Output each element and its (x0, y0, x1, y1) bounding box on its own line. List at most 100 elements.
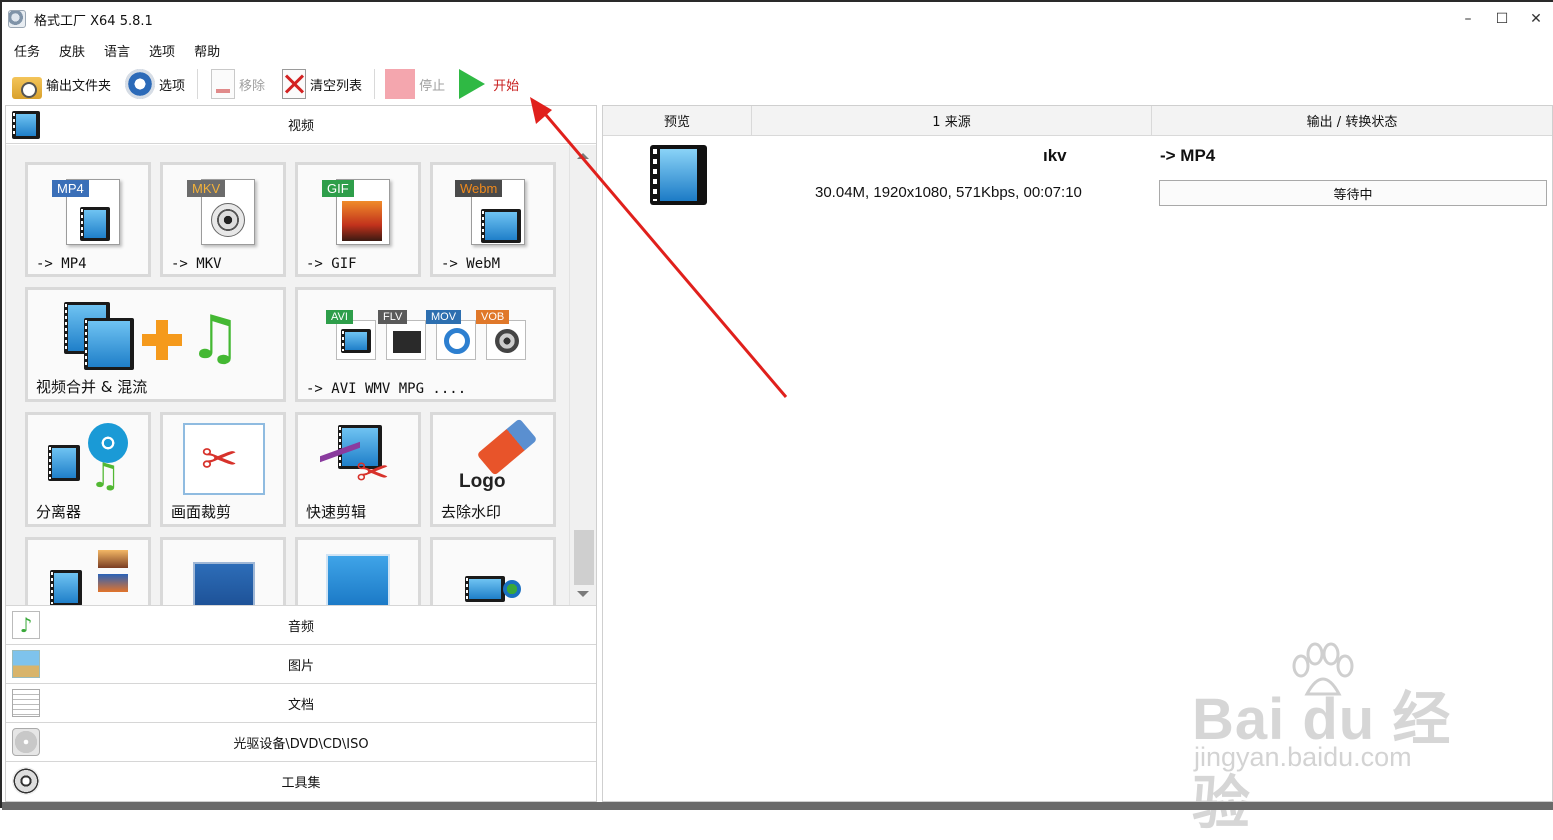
format-badge: GIF (322, 180, 354, 197)
start-button[interactable]: 开始 (455, 66, 523, 102)
column-output-status[interactable]: 输出 / 转换状态 (1152, 106, 1552, 136)
tile-to-gif[interactable]: GIF -> GIF (295, 162, 421, 277)
scroll-down-arrow-icon[interactable] (577, 591, 589, 597)
logo-text: Logo (459, 471, 506, 492)
tile-to-mkv[interactable]: MKV -> MKV (160, 162, 286, 277)
scroll-thumb[interactable] (574, 530, 594, 585)
title-bar: 格式工厂 X64 5.8.1 – ☐ ✕ (2, 2, 1553, 36)
film-reel-icon (211, 203, 245, 237)
disc-drive-icon (12, 728, 40, 756)
format-badge: Webm (455, 180, 503, 197)
format-badge: MKV (187, 180, 226, 197)
remove-button[interactable]: 移除 (204, 66, 269, 102)
grid-scrollbar[interactable] (569, 145, 596, 605)
minimize-button[interactable]: – (1451, 2, 1485, 36)
remove-doc-icon (211, 69, 236, 99)
menu-language[interactable]: 语言 (97, 41, 137, 60)
source-info: 30.04M, 1920x1080, 571Kbps, 00:07:10 (815, 184, 1082, 201)
tile-label: 去除水印 (441, 503, 502, 521)
window-controls: – ☐ ✕ (1451, 2, 1553, 36)
scroll-up-arrow-icon[interactable] (577, 153, 589, 159)
category-disc[interactable]: 光驱设备\DVD\CD\ISO (6, 722, 596, 761)
tile-to-avi-wmv-mpg[interactable]: AVI FLV MOV VOB -> AVI WMV MPG .... (295, 287, 556, 402)
tile-splitter[interactable]: ♫ 分离器 (25, 412, 151, 527)
film-reel-icon (12, 767, 40, 795)
film-icon (50, 570, 82, 605)
stop-button[interactable]: 停止 (381, 66, 449, 102)
tile-label: 画面裁剪 (171, 503, 232, 521)
column-preview[interactable]: 预览 (603, 106, 752, 136)
tile-video-player[interactable] (295, 537, 421, 605)
tile-to-webm[interactable]: Webm -> WebM (430, 162, 556, 277)
video-player-icon (326, 554, 390, 605)
tile-label: 分离器 (36, 503, 82, 521)
maximize-button[interactable]: ☐ (1485, 2, 1519, 36)
format-badge: FLV (378, 310, 408, 324)
landscape-image-icon (12, 650, 40, 678)
output-format: -> MP4 (1160, 146, 1216, 165)
start-label: 开始 (493, 78, 520, 94)
flv-clapper-icon (386, 320, 426, 360)
format-badge: MOV (426, 310, 462, 324)
film-icon (12, 111, 40, 139)
video-tools-grid: MP4 -> MP4 MKV -> MKV GIF -> GIF Webm ->… (6, 145, 569, 605)
category-toolbox-label: 工具集 (281, 775, 321, 791)
format-badge: VOB (476, 310, 510, 324)
baidu-watermark: Bai du 经验 jingyan.baidu.com (1192, 642, 1472, 836)
clear-list-label: 清空列表 (310, 78, 363, 94)
category-toolbox[interactable]: 工具集 (6, 761, 596, 800)
tile-merge-mux[interactable]: ♫ 视频合并 & 混流 (25, 287, 286, 402)
category-image-label: 图片 (287, 658, 314, 674)
film-icon (80, 207, 110, 241)
options-label: 选项 (159, 78, 186, 94)
tile-label: -> WebM (441, 256, 501, 272)
screen-recorder-icon (193, 562, 255, 605)
output-folder-label: 输出文件夹 (46, 78, 112, 94)
gear-icon (125, 69, 156, 99)
tile-quick-clip[interactable]: ✂ 快速剪辑 (295, 412, 421, 527)
category-document[interactable]: 文档 (6, 683, 596, 722)
toolbar: 输出文件夹 选项 移除 清空列表 停止 开始 (2, 64, 1553, 104)
mov-quicktime-icon (436, 320, 476, 360)
tile-to-mp4[interactable]: MP4 -> MP4 (25, 162, 151, 277)
clear-list-button[interactable]: 清空列表 (275, 66, 366, 102)
tile-label: -> MP4 (36, 256, 87, 272)
menu-bar: 任务 皮肤 语言 选项 帮助 (2, 38, 227, 62)
format-badge: MP4 (52, 180, 89, 197)
menu-skin[interactable]: 皮肤 (52, 41, 92, 60)
film-icon (465, 576, 505, 602)
sunset-image-icon (342, 201, 382, 241)
output-folder-button[interactable]: 输出文件夹 (8, 66, 115, 102)
stop-label: 停止 (419, 78, 446, 94)
window-title: 格式工厂 X64 5.8.1 (34, 13, 153, 29)
category-image[interactable]: 图片 (6, 644, 596, 683)
category-video-label: 视频 (287, 119, 314, 134)
tile-remove-watermark[interactable]: Logo 去除水印 (430, 412, 556, 527)
image-thumbnail-icon (98, 574, 128, 592)
tile-screen-record[interactable] (160, 537, 286, 605)
menu-help[interactable]: 帮助 (187, 41, 227, 60)
category-audio[interactable]: ♪ 音频 (6, 605, 596, 644)
close-button[interactable]: ✕ (1519, 2, 1553, 36)
clear-x-icon (282, 69, 307, 99)
options-button[interactable]: 选项 (121, 66, 189, 102)
film-icon (48, 445, 80, 481)
music-note-icon: ♫ (188, 303, 242, 373)
menu-options[interactable]: 选项 (142, 41, 182, 60)
tile-picture-to-video[interactable] (25, 537, 151, 605)
tile-video-download[interactable] (430, 537, 556, 605)
menu-task[interactable]: 任务 (7, 41, 47, 60)
avi-file-icon (336, 320, 376, 360)
vob-reel-icon (486, 320, 526, 360)
tile-crop[interactable]: ✂ 画面裁剪 (160, 412, 286, 527)
toolbar-separator (374, 69, 376, 99)
film-icon (84, 318, 134, 370)
image-thumbnail-icon (98, 550, 128, 568)
scissors-icon: ✂ (356, 450, 390, 496)
category-video[interactable]: 视频 (6, 106, 596, 144)
function-panel: 视频 MP4 -> MP4 MKV -> MKV GIF -> GIF Webm… (5, 105, 597, 802)
eraser-icon (476, 418, 538, 476)
app-logo-icon (8, 10, 26, 28)
video-thumbnail-icon (650, 145, 707, 205)
column-source[interactable]: 1 来源 (752, 106, 1152, 136)
